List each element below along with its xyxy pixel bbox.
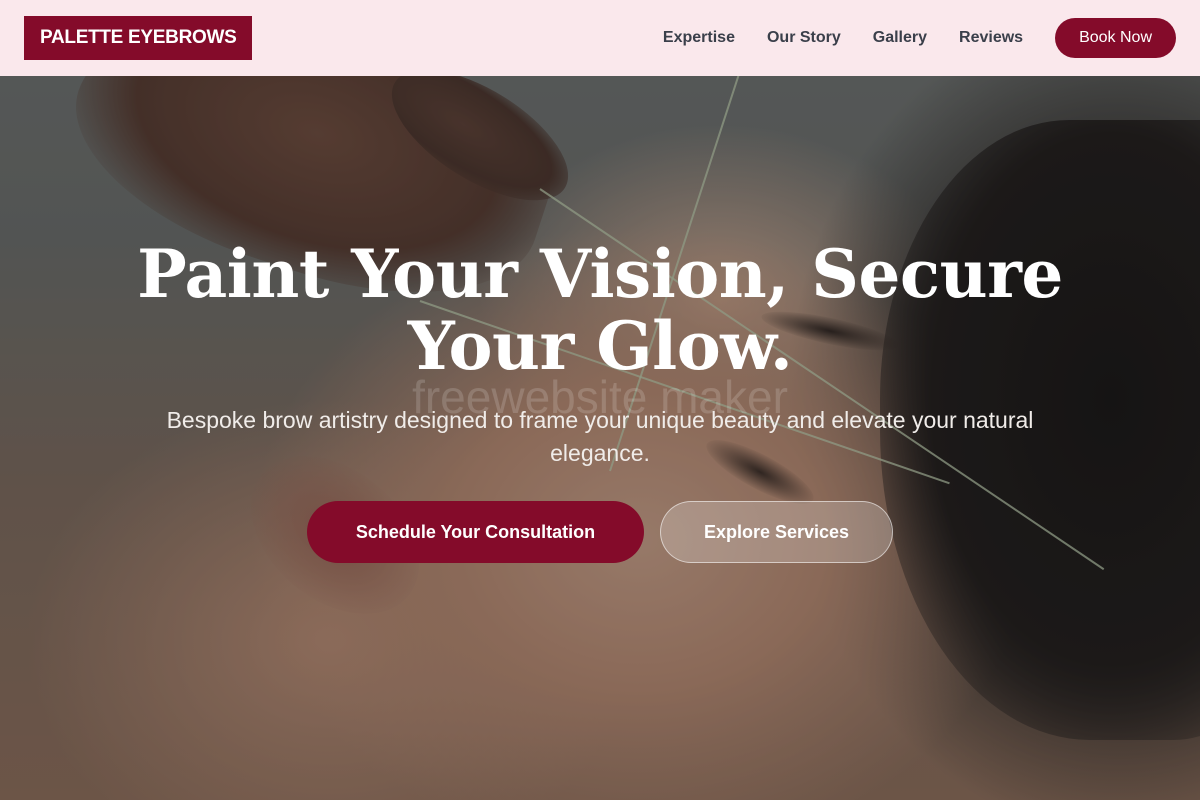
main-nav: Expertise Our Story Gallery Reviews Book…	[631, 18, 1176, 58]
nav-link-reviews[interactable]: Reviews	[959, 29, 1023, 47]
hero-headline: Paint Your Vision, Secure Your Glow.	[100, 238, 1100, 382]
nav-link-expertise[interactable]: Expertise	[663, 29, 735, 47]
headline-line-1: Paint Your Vision, Secure	[137, 235, 1063, 313]
schedule-consultation-button[interactable]: Schedule Your Consultation	[307, 501, 644, 563]
nav-link-gallery[interactable]: Gallery	[873, 29, 927, 47]
site-header: PALETTE EYEBROWS Expertise Our Story Gal…	[0, 0, 1200, 76]
book-now-button[interactable]: Book Now	[1055, 18, 1176, 58]
hero-subtitle: Bespoke brow artistry designed to frame …	[166, 407, 1034, 466]
brand-logo[interactable]: PALETTE EYEBROWS	[24, 16, 253, 60]
nav-link-our-story[interactable]: Our Story	[767, 29, 841, 47]
hero-section: Paint Your Vision, Secure Your Glow. fre…	[0, 0, 1200, 800]
explore-services-button[interactable]: Explore Services	[660, 501, 893, 563]
